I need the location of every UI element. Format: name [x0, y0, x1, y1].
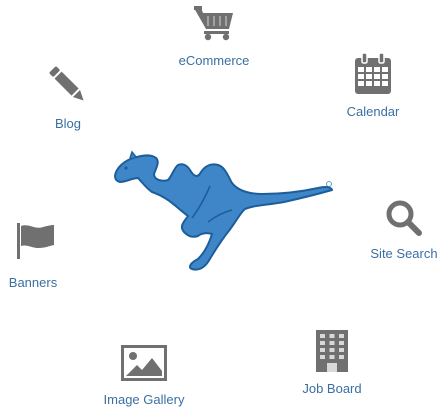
feature-image-gallery[interactable]: Image Gallery — [94, 345, 194, 407]
job-board-label: Job Board — [302, 381, 362, 396]
calendar-icon — [354, 53, 392, 95]
image-icon — [121, 345, 167, 381]
image-gallery-label: Image Gallery — [103, 392, 185, 407]
banners-label: Banners — [8, 275, 58, 290]
ecommerce-label: eCommerce — [178, 53, 250, 68]
calendar-label: Calendar — [346, 104, 400, 119]
blog-label: Blog — [54, 116, 82, 131]
feature-ecommerce[interactable]: eCommerce — [174, 5, 254, 68]
shopping-cart-icon — [193, 5, 235, 41]
feature-blog[interactable]: Blog — [38, 66, 98, 131]
running-camel-logo — [112, 150, 338, 272]
feature-site-search[interactable]: Site Search — [366, 198, 442, 261]
search-icon — [384, 198, 424, 238]
feature-calendar[interactable]: Calendar — [340, 53, 406, 119]
building-icon — [315, 330, 349, 372]
site-search-label: Site Search — [370, 246, 438, 261]
feature-banners[interactable]: Banners — [0, 222, 66, 290]
feature-job-board[interactable]: Job Board — [296, 330, 368, 396]
flag-icon — [11, 222, 55, 260]
pencil-icon — [48, 66, 88, 104]
